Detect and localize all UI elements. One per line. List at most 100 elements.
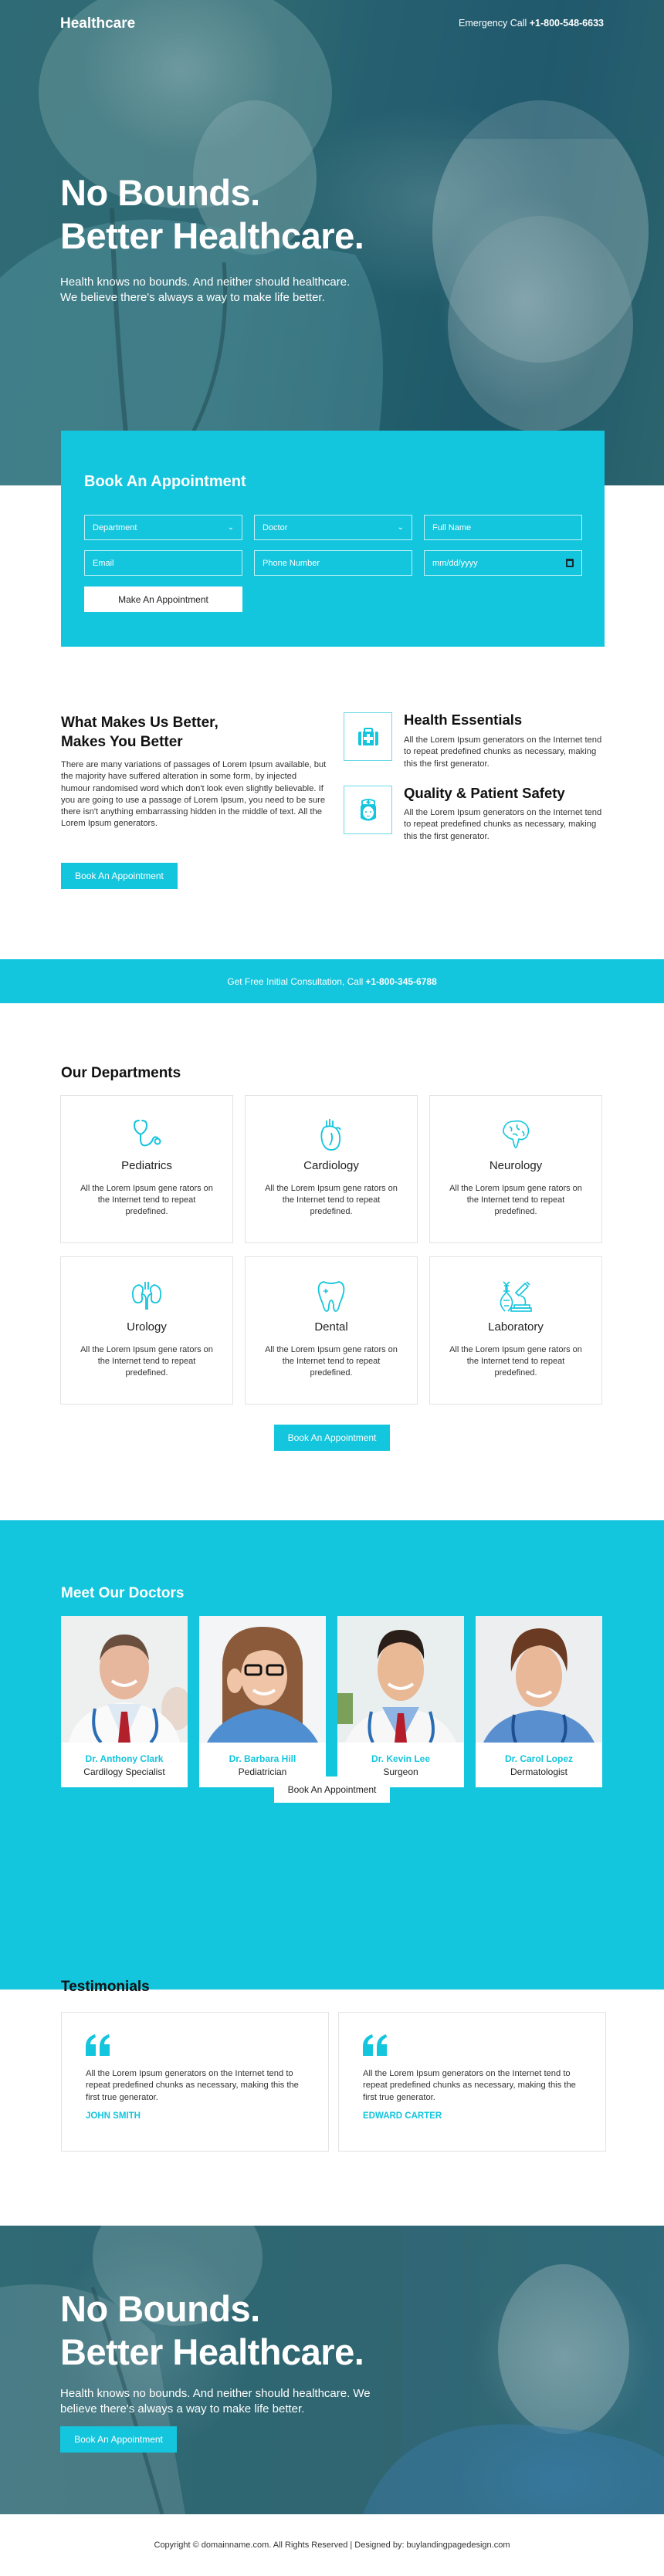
microscope-dna-icon bbox=[500, 1281, 532, 1312]
chevron-down-icon: ⌄ bbox=[227, 523, 234, 532]
department-card[interactable]: Neurology All the Lorem Ipsum gene rator… bbox=[429, 1095, 602, 1243]
heart-icon bbox=[320, 1119, 341, 1151]
department-card[interactable]: Dental All the Lorem Ipsum gene rators o… bbox=[245, 1256, 418, 1405]
feature-title: Health Essentials bbox=[404, 712, 523, 728]
department-card[interactable]: Laboratory All the Lorem Ipsum gene rato… bbox=[429, 1256, 602, 1405]
brand-logo[interactable]: Healthcare bbox=[60, 15, 135, 32]
department-text: All the Lorem Ipsum gene rators on the I… bbox=[265, 1345, 398, 1378]
stethoscope-icon bbox=[133, 1120, 161, 1147]
calendar-icon[interactable] bbox=[566, 559, 574, 567]
testimonial-card: All the Lorem Ipsum generators on the In… bbox=[61, 2012, 329, 2152]
department-text: All the Lorem Ipsum gene rators on the I… bbox=[265, 1184, 398, 1216]
doctor-photo bbox=[199, 1616, 326, 1743]
hero-subtitle-line-2: We believe there's always a way to make … bbox=[60, 291, 325, 304]
doctor-select-value: Doctor bbox=[263, 522, 288, 532]
testimonial-text: All the Lorem Ipsum generators on the In… bbox=[86, 2069, 299, 2102]
quote-icon bbox=[363, 2034, 387, 2056]
departments-book-appointment-button[interactable]: Book An Appointment bbox=[274, 1425, 390, 1451]
hero-subtitle: Health knows no bounds. And neither shou… bbox=[60, 275, 385, 306]
hero-title: No Bounds. Better Healthcare. bbox=[60, 171, 364, 258]
date-input[interactable]: mm/dd/yyyy bbox=[424, 550, 582, 576]
doctor-card[interactable]: Dr. Barbara Hill Pediatrician bbox=[199, 1616, 326, 1787]
testimonial-author: JOHN SMITH bbox=[86, 2111, 141, 2121]
doctor-role: Surgeon bbox=[383, 1766, 418, 1777]
bottom-hero-section: No Bounds. Better Healthcare. Health kno… bbox=[0, 2226, 664, 2514]
testimonial-text: All the Lorem Ipsum generators on the In… bbox=[363, 2069, 576, 2102]
department-name: Cardiology bbox=[303, 1159, 359, 1172]
phone-number-placeholder: Phone Number bbox=[263, 558, 320, 568]
doctors-book-appointment-button[interactable]: Book An Appointment bbox=[274, 1776, 390, 1803]
about-title: What Makes Us Better, Makes You Better bbox=[61, 713, 219, 752]
testimonials-title: Testimonials bbox=[61, 1979, 150, 1995]
make-appointment-button[interactable]: Make An Appointment bbox=[84, 587, 242, 612]
doctor-name: Dr. Anthony Clark bbox=[85, 1753, 164, 1764]
about-title-line-2: Makes You Better bbox=[61, 734, 183, 750]
doctor-card[interactable]: Dr. Kevin Lee Surgeon bbox=[337, 1616, 464, 1787]
bottom-hero-title-line-1: No Bounds. bbox=[60, 2288, 260, 2329]
doctors-section: Meet Our Doctors Dr. Anthony Clark Cardi… bbox=[0, 1520, 664, 1989]
department-card[interactable]: Urology All the Lorem Ipsum gene rators … bbox=[60, 1256, 233, 1405]
consultation-band: Get Free Initial Consultation, Call +1-8… bbox=[0, 959, 664, 1003]
date-placeholder: mm/dd/yyyy bbox=[432, 558, 478, 568]
doctor-name: Dr. Kevin Lee bbox=[371, 1753, 431, 1764]
department-text: All the Lorem Ipsum gene rators on the I… bbox=[449, 1184, 582, 1216]
hero-title-line-2: Better Healthcare. bbox=[60, 215, 364, 256]
feature-title: Quality & Patient Safety bbox=[404, 785, 565, 801]
department-text: All the Lorem Ipsum gene rators on the I… bbox=[449, 1345, 582, 1378]
quote-icon bbox=[86, 2034, 110, 2056]
department-select[interactable]: Department ⌄ bbox=[84, 515, 242, 540]
doctor-name: Dr. Barbara Hill bbox=[229, 1753, 296, 1764]
appointment-form: Book An Appointment Department ⌄ Doctor … bbox=[61, 431, 605, 647]
full-name-input[interactable]: Full Name bbox=[424, 515, 582, 540]
feature-icon-box bbox=[344, 712, 392, 761]
email-input[interactable]: Email bbox=[84, 550, 242, 576]
testimonial-author: EDWARD CARTER bbox=[363, 2111, 442, 2121]
footer-copyright: Copyright © domainname.com. All Rights R… bbox=[154, 2541, 510, 2550]
appointment-title: Book An Appointment bbox=[84, 473, 246, 490]
hero-title-line-1: No Bounds. bbox=[60, 172, 260, 213]
about-text: There are many variations of passages of… bbox=[61, 760, 327, 829]
email-placeholder: Email bbox=[93, 558, 114, 568]
phone-number-input[interactable]: Phone Number bbox=[254, 550, 412, 576]
doctor-photo bbox=[476, 1616, 602, 1743]
bottom-hero-title: No Bounds. Better Healthcare. bbox=[60, 2287, 364, 2374]
testimonial-card: All the Lorem Ipsum generators on the In… bbox=[338, 2012, 606, 2152]
doctor-role: Dermatologist bbox=[510, 1766, 568, 1777]
department-card[interactable]: Pediatrics All the Lorem Ipsum gene rato… bbox=[60, 1095, 233, 1243]
footer: Copyright © domainname.com. All Rights R… bbox=[0, 2514, 664, 2576]
emergency-call: Emergency Call +1-800-548-6633 bbox=[459, 18, 604, 29]
department-name: Pediatrics bbox=[121, 1159, 172, 1172]
doctor-card[interactable]: Dr. Carol Lopez Dermatologist bbox=[476, 1616, 602, 1787]
doctor-role: Cardilogy Specialist bbox=[83, 1766, 165, 1777]
department-name: Urology bbox=[127, 1320, 167, 1334]
bottom-hero-book-appointment-button[interactable]: Book An Appointment bbox=[60, 2426, 177, 2453]
brain-icon bbox=[503, 1120, 530, 1148]
hero-section: Healthcare Emergency Call +1-800-548-663… bbox=[0, 0, 664, 485]
emergency-phone[interactable]: +1-800-548-6633 bbox=[530, 18, 604, 29]
bottom-hero-title-line-2: Better Healthcare. bbox=[60, 2331, 364, 2372]
department-name: Dental bbox=[314, 1320, 348, 1334]
doctor-card[interactable]: Dr. Anthony Clark Cardilogy Specialist bbox=[61, 1616, 188, 1787]
first-aid-kit-icon bbox=[357, 727, 378, 745]
feature-text: All the Lorem Ipsum generators on the In… bbox=[404, 735, 602, 769]
tooth-icon bbox=[317, 1281, 345, 1312]
emergency-label: Emergency Call bbox=[459, 18, 527, 29]
department-card[interactable]: Cardiology All the Lorem Ipsum gene rato… bbox=[245, 1095, 418, 1243]
kidneys-icon bbox=[132, 1282, 161, 1310]
consultation-phone[interactable]: +1-800-345-6788 bbox=[365, 976, 436, 987]
about-book-appointment-button[interactable]: Book An Appointment bbox=[61, 863, 178, 889]
doctors-title: Meet Our Doctors bbox=[61, 1585, 185, 1601]
department-name: Laboratory bbox=[488, 1320, 544, 1334]
doctor-role: Pediatrician bbox=[238, 1766, 287, 1777]
consultation-text: Get Free Initial Consultation, Call bbox=[227, 975, 364, 987]
feature-text: All the Lorem Ipsum generators on the In… bbox=[404, 808, 602, 841]
doctor-name: Dr. Carol Lopez bbox=[504, 1753, 573, 1764]
department-name: Neurology bbox=[489, 1159, 543, 1172]
doctor-select[interactable]: Doctor ⌄ bbox=[254, 515, 412, 540]
department-text: All the Lorem Ipsum gene rators on the I… bbox=[80, 1345, 213, 1378]
chevron-down-icon: ⌄ bbox=[397, 523, 404, 532]
feature-icon-box bbox=[344, 786, 392, 834]
full-name-placeholder: Full Name bbox=[432, 522, 472, 532]
doctor-photo bbox=[337, 1616, 464, 1743]
department-select-value: Department bbox=[93, 522, 137, 532]
